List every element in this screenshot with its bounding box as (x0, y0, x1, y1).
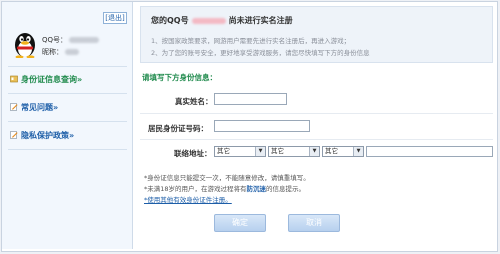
title-suffix: 尚未进行实名注册 (228, 16, 293, 25)
id-number-input[interactable] (214, 120, 310, 132)
province-value: 其它 (217, 147, 230, 155)
sidebar-item-label: 常见问题» (21, 103, 59, 112)
title-prefix: 您的QQ号 (151, 16, 189, 25)
chevron-down-icon: ▼ (309, 147, 319, 156)
qq-penguin-icon (15, 33, 35, 59)
id-number-label: 居民身份证号码： (148, 124, 208, 133)
avatar (12, 30, 38, 59)
tip-text: 的信息提示。 (266, 185, 306, 193)
qq-number-row: QQ号： (42, 35, 100, 45)
sidebar-divider (8, 149, 127, 150)
notice-line: 1、按国家政策要求，网游用户需要先进行实名注册后，再进入游戏； (151, 37, 351, 45)
chevron-down-icon: ▼ (353, 147, 363, 156)
confirm-button[interactable]: 确定 (214, 214, 266, 232)
chevron-down-icon: ▼ (255, 147, 265, 156)
notice-line: 2、为了您的账号安全，更好地享受游戏服务，请您尽快填写下方的身份信息 (151, 49, 370, 57)
row-divider (140, 113, 493, 114)
address-detail-input[interactable] (366, 146, 493, 157)
district-value: 其它 (325, 147, 338, 155)
anti-addiction-highlight: 防沉迷 (246, 185, 267, 193)
sidebar: [退出] QQ号： 昵称： 身份证信息查询» 常见问题» 隐私保护政策» (2, 2, 133, 249)
id-card-icon (10, 75, 18, 83)
sidebar-item-id-query[interactable]: 身份证信息查询» (10, 74, 82, 85)
sidebar-divider (8, 121, 127, 122)
notice-box: 您的QQ号 尚未进行实名注册 1、按国家政策要求，网游用户需要先进行实名注册后，再… (140, 6, 493, 63)
real-name-input[interactable] (214, 93, 287, 105)
city-value: 其它 (271, 147, 284, 155)
logout-link[interactable]: [退出] (103, 12, 127, 24)
tip-line: *身份证信息只能提交一次，不能随意修改，请慎重填写。 (144, 174, 310, 182)
tip-text: *未满18岁的用户，在游戏过程将有 (144, 185, 247, 193)
sidebar-item-label: 身份证信息查询» (21, 75, 83, 84)
sidebar-divider (8, 66, 127, 67)
sidebar-item-faq[interactable]: 常见问题» (10, 102, 58, 113)
page-title: 您的QQ号 尚未进行实名注册 (151, 15, 293, 26)
city-select[interactable]: 其它 ▼ (268, 146, 320, 157)
tip-line: *未满18岁的用户，在游戏过程将有防沉迷的信息提示。 (144, 183, 305, 193)
tip-line: *使用其他有效身份证件注册。 (144, 194, 232, 204)
nickname-row: 昵称： (42, 47, 79, 57)
qq-number-blurred (191, 17, 226, 24)
sidebar-divider (8, 93, 127, 94)
cancel-button[interactable]: 取消 (288, 214, 340, 232)
qq-number-label: QQ号： (42, 36, 68, 44)
province-select[interactable]: 其它 ▼ (214, 146, 266, 157)
sidebar-item-label: 隐私保护政策» (21, 131, 75, 140)
sidebar-item-privacy[interactable]: 隐私保护政策» (10, 130, 74, 141)
nickname-label: 昵称： (42, 48, 63, 56)
nickname-value (65, 49, 79, 55)
pencil-icon (10, 103, 18, 111)
address-label: 联络地址： (174, 149, 212, 158)
row-divider (140, 139, 493, 140)
name-label: 真实姓名： (175, 97, 213, 106)
other-id-link[interactable]: *使用其他有效身份证件注册。 (144, 196, 232, 204)
section-title: 请填写下方身份信息： (142, 73, 217, 82)
pencil-icon (10, 131, 18, 139)
district-select[interactable]: 其它 ▼ (322, 146, 364, 157)
qq-number-value (69, 37, 100, 43)
main-panel: 您的QQ号 尚未进行实名注册 1、按国家政策要求，网游用户需要先进行实名注册后，再… (134, 2, 497, 249)
